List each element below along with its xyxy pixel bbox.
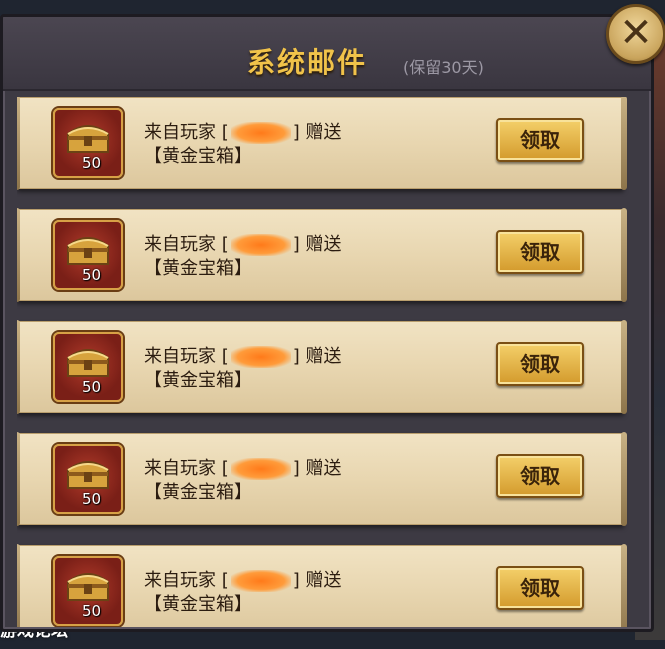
sender-name-redacted <box>230 458 291 480</box>
treasure-chest-icon[interactable]: 50 <box>53 220 123 290</box>
sender-name-redacted <box>230 234 291 256</box>
mail-sender-line: 来自玩家 [] 赠送 <box>144 458 342 480</box>
mail-sender-line: 来自玩家 [] 赠送 <box>144 570 342 592</box>
mail-row: 50 来自玩家 [] 赠送 【黄金宝箱】 领取 <box>17 208 627 302</box>
mail-item-name: 【黄金宝箱】 <box>144 370 252 391</box>
chest-graphic <box>67 125 109 153</box>
treasure-chest-icon[interactable]: 50 <box>53 444 123 514</box>
chest-graphic <box>67 461 109 489</box>
mail-row: 50 来自玩家 [] 赠送 【黄金宝箱】 领取 <box>17 432 627 526</box>
mail-row: 50 来自玩家 [] 赠送 【黄金宝箱】 领取 <box>17 97 627 190</box>
claim-button[interactable]: 领取 <box>496 118 584 162</box>
mail-item-name: 【黄金宝箱】 <box>144 146 252 167</box>
retention-note: (保留30天) <box>403 58 484 77</box>
item-quantity: 50 <box>82 266 102 284</box>
mail-row: 50 来自玩家 [] 赠送 【黄金宝箱】 领取 <box>17 320 627 414</box>
treasure-chest-icon[interactable]: 50 <box>53 556 123 626</box>
item-quantity: 50 <box>82 154 102 172</box>
chest-graphic <box>67 237 109 265</box>
close-icon: ✕ <box>619 10 653 56</box>
mail-item-name: 【黄金宝箱】 <box>144 258 252 279</box>
mail-item-name: 【黄金宝箱】 <box>144 594 252 615</box>
chest-graphic <box>67 573 109 601</box>
sender-name-redacted <box>230 122 291 144</box>
dialog-header: 系统邮件 (保留30天) <box>3 17 651 91</box>
mail-sender-line: 来自玩家 [] 赠送 <box>144 346 342 368</box>
mail-list[interactable]: 50 来自玩家 [] 赠送 【黄金宝箱】 领取 50 来自玩家 [] 赠送 【黄… <box>17 97 632 627</box>
mail-sender-line: 来自玩家 [] 赠送 <box>144 234 342 256</box>
treasure-chest-icon[interactable]: 50 <box>53 108 123 178</box>
item-quantity: 50 <box>82 378 102 396</box>
claim-button[interactable]: 领取 <box>496 454 584 498</box>
item-quantity: 50 <box>82 490 102 508</box>
mail-item-name: 【黄金宝箱】 <box>144 482 252 503</box>
mail-sender-line: 来自玩家 [] 赠送 <box>144 122 342 144</box>
chest-graphic <box>67 349 109 377</box>
treasure-chest-icon[interactable]: 50 <box>53 332 123 402</box>
item-quantity: 50 <box>82 602 102 620</box>
claim-button[interactable]: 领取 <box>496 566 584 610</box>
claim-button[interactable]: 领取 <box>496 342 584 386</box>
sender-name-redacted <box>230 570 291 592</box>
dialog-title: 系统邮件 <box>247 46 368 79</box>
system-mail-dialog: 系统邮件 (保留30天) 50 来自玩家 [] 赠送 【黄金宝箱】 领取 50 … <box>0 14 654 632</box>
mail-row: 50 来自玩家 [] 赠送 【黄金宝箱】 领取 <box>17 544 627 627</box>
sender-name-redacted <box>230 346 291 368</box>
claim-button[interactable]: 领取 <box>496 230 584 274</box>
close-button[interactable]: ✕ <box>606 4 665 64</box>
